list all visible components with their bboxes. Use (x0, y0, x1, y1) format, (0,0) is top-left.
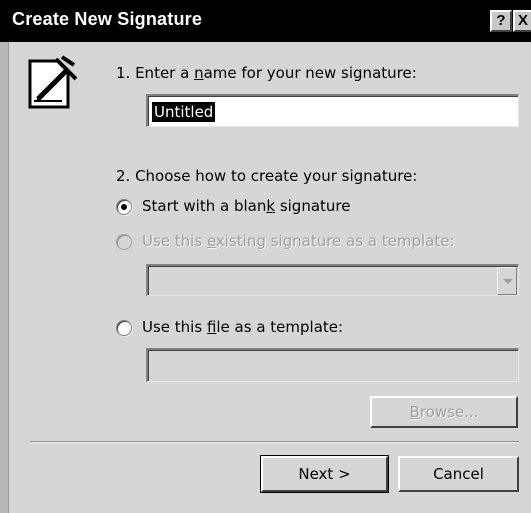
signature-name-input[interactable]: Untitled (146, 94, 519, 127)
option-file-label: Use this file as a template: (142, 318, 344, 336)
template-file-input[interactable] (146, 348, 519, 382)
help-icon: ? (496, 12, 506, 29)
chevron-down-icon[interactable] (497, 267, 517, 295)
radio-blank-signature[interactable] (116, 199, 132, 215)
existing-signature-select[interactable] (146, 264, 519, 296)
signature-name-value: Untitled (152, 102, 216, 122)
option-existing-label: Use this existing signature as a templat… (142, 232, 455, 250)
signature-pen-icon (28, 55, 78, 109)
separator-highlight (30, 442, 519, 443)
dialog-title: Create New Signature (12, 9, 203, 29)
option-blank-label: Start with a blank signature (142, 197, 351, 215)
radio-existing-template[interactable] (116, 234, 132, 250)
step1-label: 1. Enter a name for your new signature: (116, 64, 417, 82)
close-icon: X (517, 12, 528, 29)
radio-file-template[interactable] (116, 320, 132, 336)
browse-button[interactable]: Browse... (370, 396, 518, 428)
window-frame-left (0, 42, 9, 513)
cancel-button[interactable]: Cancel (398, 456, 519, 492)
next-button[interactable]: Next > (260, 455, 389, 493)
title-bar: Create New Signature ? X (0, 0, 531, 42)
help-button[interactable]: ? (490, 10, 512, 32)
close-button[interactable]: X (513, 10, 531, 32)
step2-label: 2. Choose how to create your signature: (116, 167, 418, 185)
